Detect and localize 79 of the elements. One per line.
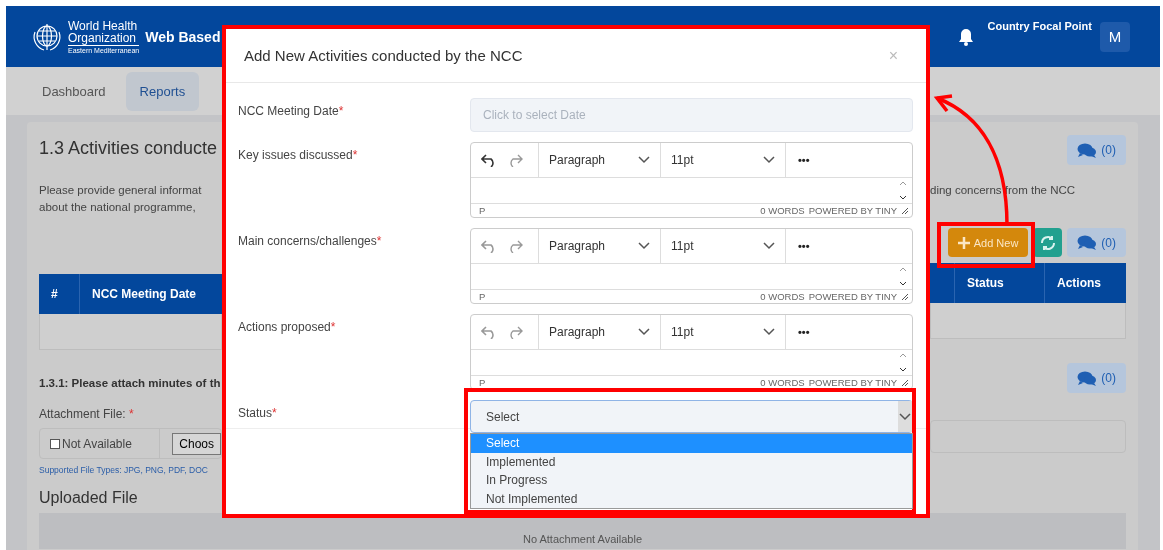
rich-text-editor[interactable]: Paragraph 11pt ••• P 0 WORDS POWERED BY TINY bbox=[470, 142, 913, 218]
scroll-up-icon[interactable] bbox=[899, 353, 907, 358]
user-role: Country Focal Point bbox=[987, 20, 1092, 32]
user-avatar[interactable]: M bbox=[1100, 21, 1130, 52]
not-available-checkbox[interactable]: Not Available bbox=[40, 429, 161, 458]
more-button[interactable]: ••• bbox=[786, 143, 822, 177]
scroll-up-icon[interactable] bbox=[899, 181, 907, 186]
chevron-down-icon bbox=[763, 242, 775, 250]
redo-icon[interactable] bbox=[507, 325, 523, 339]
modal-title: Add New Activities conducted by the NCC bbox=[244, 47, 523, 64]
element-path: P bbox=[479, 291, 486, 302]
comments-button[interactable]: (0) bbox=[1067, 135, 1126, 165]
redo-icon[interactable] bbox=[507, 239, 523, 253]
refresh-icon bbox=[1039, 234, 1056, 251]
undo-icon[interactable] bbox=[481, 153, 497, 167]
choose-file-button[interactable]: Choos bbox=[172, 432, 221, 455]
dropdown-option[interactable]: Not Implemented bbox=[471, 489, 912, 508]
chevron-down-icon bbox=[638, 328, 650, 336]
uploaded-file-title: Uploaded File bbox=[39, 489, 139, 507]
supported-types-text: Supported File Types: JPG, PNG, PDF, DOC bbox=[39, 465, 209, 475]
status-select[interactable]: Select bbox=[470, 400, 913, 433]
field-label: Main concerns/challenges* bbox=[238, 233, 383, 250]
block-format-dropdown[interactable]: Paragraph bbox=[539, 229, 661, 263]
resize-grip-icon[interactable] bbox=[901, 292, 909, 301]
chevron-down-icon bbox=[763, 328, 775, 336]
dropdown-option[interactable]: Implemented bbox=[471, 452, 912, 471]
chevron-down-icon bbox=[899, 412, 911, 421]
scroll-down-icon[interactable] bbox=[899, 195, 907, 200]
org-name: Organization bbox=[68, 31, 138, 44]
word-count: 0 WORDS bbox=[760, 377, 805, 388]
block-format-dropdown[interactable]: Paragraph bbox=[539, 315, 661, 349]
file-input-box[interactable] bbox=[930, 420, 1126, 453]
nav-tab[interactable]: Reports bbox=[125, 71, 200, 111]
font-size-dropdown[interactable]: 11pt bbox=[661, 143, 786, 177]
redo-icon[interactable] bbox=[507, 153, 523, 167]
comments-icon bbox=[1077, 370, 1098, 386]
scroll-down-icon[interactable] bbox=[899, 281, 907, 286]
word-count: 0 WORDS bbox=[760, 291, 805, 302]
attachment-label: Attachment File: * bbox=[39, 407, 135, 421]
comments-button[interactable]: (0) bbox=[1067, 363, 1126, 393]
field-label: Status* bbox=[238, 405, 278, 422]
block-format-dropdown[interactable]: Paragraph bbox=[539, 143, 661, 177]
word-count: 0 WORDS bbox=[760, 205, 805, 216]
resize-grip-icon[interactable] bbox=[901, 206, 909, 215]
refresh-button[interactable] bbox=[1033, 228, 1063, 257]
field-label: NCC Meeting Date* bbox=[238, 103, 345, 120]
font-size-dropdown[interactable]: 11pt bbox=[661, 229, 786, 263]
comments-icon bbox=[1077, 235, 1098, 250]
chevron-down-icon bbox=[763, 156, 775, 164]
chevron-down-icon bbox=[638, 156, 650, 164]
section-title: 1.3 Activities conducte bbox=[39, 138, 219, 160]
app-title: Web Based bbox=[145, 28, 221, 45]
plus-icon bbox=[957, 236, 970, 249]
resize-grip-icon[interactable] bbox=[901, 378, 909, 387]
field-label: Key issues discussed* bbox=[238, 147, 359, 164]
nav-tab[interactable]: Dashboard bbox=[28, 71, 120, 111]
date-field[interactable]: Click to select Date bbox=[470, 98, 913, 132]
powered-by-text: POWERED BY TINY bbox=[808, 205, 897, 216]
scroll-down-icon[interactable] bbox=[899, 367, 907, 372]
bell-icon[interactable] bbox=[957, 27, 974, 46]
font-size-dropdown[interactable]: 11pt bbox=[661, 315, 786, 349]
powered-by-text: POWERED BY TINY bbox=[808, 291, 897, 302]
element-path: P bbox=[479, 205, 486, 216]
powered-by-text: POWERED BY TINY bbox=[808, 377, 897, 388]
scroll-up-icon[interactable] bbox=[899, 267, 907, 272]
comments-icon bbox=[1077, 142, 1098, 158]
rich-text-editor[interactable]: Paragraph 11pt ••• P 0 WORDS POWERED BY TINY bbox=[470, 228, 913, 304]
comments-button[interactable]: (0) bbox=[1067, 228, 1126, 257]
org-name: World Health bbox=[68, 19, 139, 32]
field-label: Actions proposed* bbox=[238, 319, 337, 336]
element-path: P bbox=[479, 377, 486, 388]
column-header: Actions bbox=[1056, 275, 1102, 292]
attachment-heading: 1.3.1: Please attach minutes of th bbox=[39, 377, 222, 389]
more-button[interactable]: ••• bbox=[786, 229, 822, 263]
chevron-down-icon bbox=[638, 242, 650, 250]
column-header: NCC Meeting Date bbox=[91, 286, 197, 303]
more-button[interactable]: ••• bbox=[786, 315, 822, 349]
dropdown-option[interactable]: In Progress bbox=[471, 471, 912, 490]
section-description: Please provide general informat about the national programme, bbox=[39, 183, 203, 215]
